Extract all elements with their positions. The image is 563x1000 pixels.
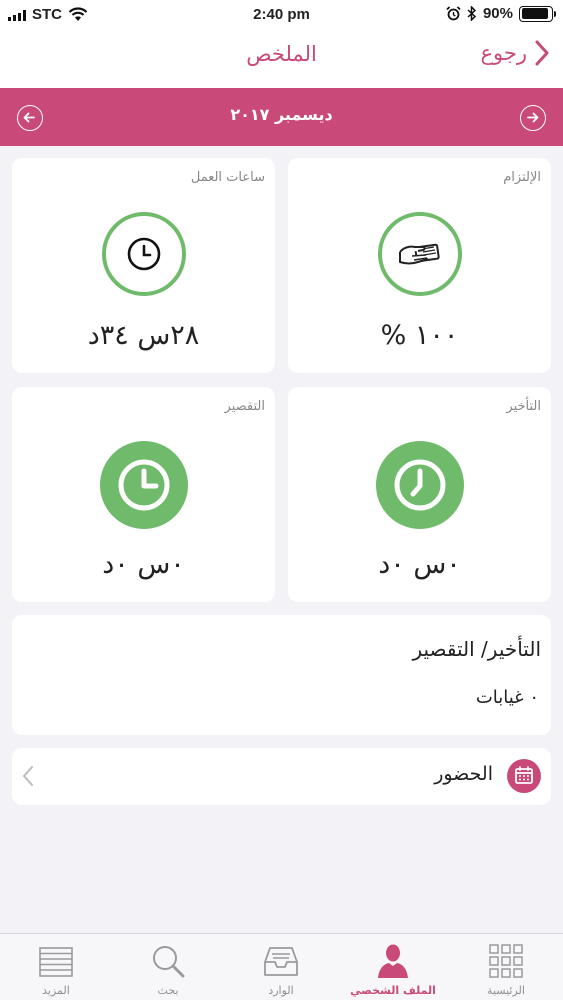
- attendance-row[interactable]: الحضور: [12, 748, 551, 805]
- arrow-right-icon: [527, 112, 539, 123]
- tab-more[interactable]: المزيد: [0, 934, 112, 1000]
- status-right: 90%: [446, 5, 556, 22]
- bluetooth-icon: [467, 6, 477, 21]
- attendance-label: الحضور: [434, 763, 493, 785]
- month-selector: ديسمبر ٢٠١٧: [0, 88, 563, 146]
- tab-more-label: المزيد: [42, 984, 70, 997]
- status-bar: STC 2:40 pm 90%: [0, 0, 563, 30]
- commitment-title: الإلتزام: [503, 170, 541, 185]
- next-month-button[interactable]: [520, 105, 546, 131]
- tab-search-label: بحث: [157, 984, 179, 997]
- more-lines-icon: [39, 947, 73, 977]
- hand-card-icon: [377, 212, 462, 296]
- summary-title: التأخير/ التقصير: [412, 637, 541, 661]
- alarm-icon: [446, 6, 461, 21]
- profile-icon: [378, 944, 408, 978]
- work-hours-value: ٢٨س ٣٤د: [87, 320, 200, 351]
- grid-icon: [489, 944, 523, 978]
- chevron-left-icon: [23, 766, 33, 786]
- delay-shortfall-summary: التأخير/ التقصير ٠ غيابات: [12, 615, 551, 735]
- work-hours-card[interactable]: ساعات العمل ٢٨س ٣٤د: [12, 158, 275, 373]
- shortfall-title: التقصير: [224, 399, 265, 414]
- commitment-value: ١٠٠ %: [380, 320, 459, 351]
- battery-percent: 90%: [482, 5, 513, 22]
- tab-inbox-label: الوارد: [268, 984, 294, 997]
- calendar-icon: [507, 759, 541, 793]
- clock-icon: [101, 212, 186, 296]
- commitment-card[interactable]: الإلتزام ١٠٠ %: [288, 158, 551, 373]
- tab-profile-label: الملف الشخصي: [350, 984, 436, 997]
- delay-value: ٠س ٠د: [378, 549, 461, 580]
- inbox-icon: [264, 947, 298, 976]
- absences-count: ٠ غيابات: [475, 687, 539, 708]
- work-hours-title: ساعات العمل: [190, 170, 265, 185]
- nav-bar: الملخص رجوع: [0, 30, 563, 88]
- tab-home[interactable]: الرئيسية: [450, 934, 562, 1000]
- back-label: رجوع: [480, 41, 527, 65]
- tab-home-label: الرئيسية: [487, 984, 525, 997]
- tab-bar: المزيد بحث الوارد الملف الشخصي الرئيسية: [0, 933, 563, 1000]
- delay-card[interactable]: التأخير ٠س ٠د: [288, 387, 551, 602]
- search-icon: [153, 946, 185, 978]
- tab-search[interactable]: بحث: [112, 934, 224, 1000]
- tab-profile[interactable]: الملف الشخصي: [337, 934, 449, 1000]
- month-label: ديسمبر ٢٠١٧: [230, 105, 333, 124]
- shortfall-card[interactable]: التقصير ٠س ٠د: [12, 387, 275, 602]
- tab-inbox[interactable]: الوارد: [225, 934, 337, 1000]
- shortfall-value: ٠س ٠د: [102, 549, 185, 580]
- clock-short-icon: [99, 441, 188, 529]
- delay-title: التأخير: [506, 399, 541, 414]
- chevron-right-icon: [535, 40, 549, 66]
- page-title: الملخص: [246, 42, 317, 66]
- back-button[interactable]: رجوع: [480, 40, 549, 66]
- battery-icon: [519, 5, 556, 22]
- clock-late-icon: [375, 441, 464, 529]
